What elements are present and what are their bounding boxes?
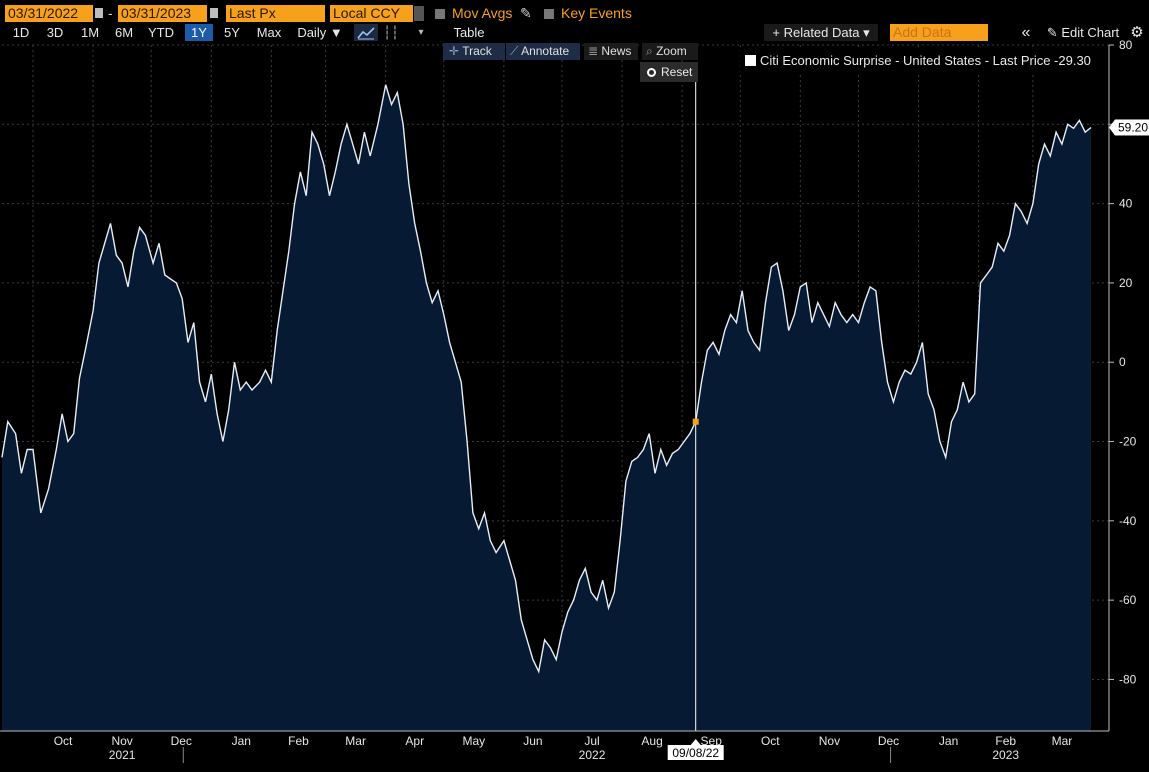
x-tick-label: Feb [288,734,309,748]
y-tick-label: 80 [1119,38,1133,52]
chart-area[interactable]: 806040200-20-40-60-80 OctNov2021DecJanFe… [0,0,1149,772]
x-year-label: 2022 [579,748,606,762]
series-legend[interactable]: Citi Economic Surprise - United States -… [740,50,1106,72]
last-value-tag: 59.20 [1109,119,1149,136]
magnifier-icon: ⌕ [646,44,653,58]
reset-button[interactable]: Reset [640,62,698,82]
x-year-label: 2023 [992,748,1019,762]
legend-label: Citi Economic Surprise - United States -… [760,53,1091,68]
y-tick-label: -60 [1119,593,1137,607]
crosshair-date-label: 09/08/22 [672,746,719,760]
x-tick-label: Jul [584,734,599,748]
zoom-tool-tab[interactable]: ⌕ Zoom [642,43,698,60]
x-tick-label: Jun [523,734,542,748]
track-tool-tab[interactable]: ✛ Track [443,43,505,60]
x-year-label: 2021 [109,748,136,762]
news-tool-tab[interactable]: ≣ News [584,43,638,60]
x-tick-label: Mar [345,734,366,748]
last-value-label: 59.20 [1118,120,1148,134]
y-tick-label: -80 [1119,672,1137,686]
x-tick-label: Aug [641,734,662,748]
y-tick-label: 0 [1119,355,1126,369]
y-tick-label: 20 [1119,276,1133,290]
x-tick-label: Mar [1052,734,1073,748]
x-tick-label: Nov [111,734,132,748]
x-tick-label: Nov [819,734,840,748]
y-tick-label: -20 [1119,435,1137,449]
legend-swatch[interactable] [745,55,756,66]
annotate-icon: ⟋ [510,44,519,58]
x-tick-label: Jan [939,734,958,748]
x-tick-label: Jan [232,734,251,748]
x-axis: Oct Nov2021Dec Jan Feb Mar Apr May Jun Jul2022Au… [0,730,1109,763]
y-tick-label: -40 [1119,514,1137,528]
x-tick-label: Dec [171,734,192,748]
x-tick-label: Dec [878,734,899,748]
y-tick-label: 40 [1119,197,1133,211]
y-axis: 806040200-20-40-60-80 [1108,38,1137,731]
x-tick-label: Feb [995,734,1016,748]
crosshair-icon: ✛ [449,44,460,58]
x-tick-label: May [462,734,485,748]
annotate-tool-tab[interactable]: ⟋ Annotate [506,43,580,60]
x-tick-label: Oct [54,734,73,748]
reset-icon [647,68,656,77]
price-area-fill [2,84,1091,731]
news-icon: ≣ [588,44,599,58]
x-tick-label: Oct [761,734,780,748]
x-tick-label: Apr [405,734,424,748]
crosshair-marker [692,418,699,425]
